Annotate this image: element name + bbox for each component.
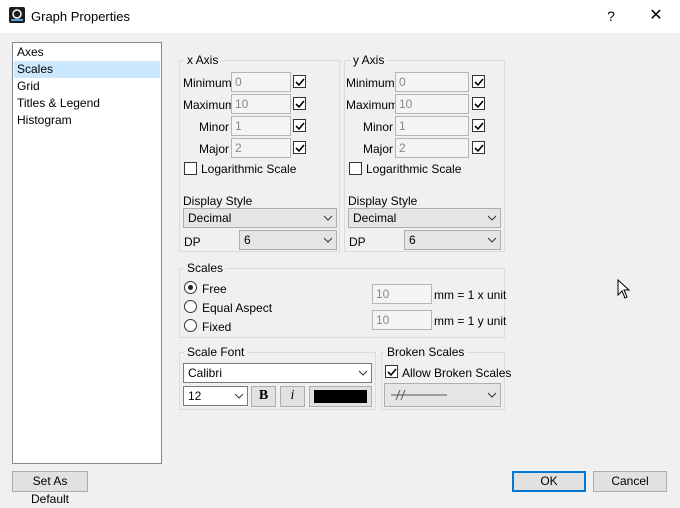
equal-aspect-label: Equal Aspect — [202, 301, 273, 315]
close-button[interactable]: ✕ — [643, 4, 669, 28]
list-item-histogram[interactable]: Histogram — [14, 112, 160, 129]
y-display-style-select[interactable]: Decimal — [348, 208, 501, 228]
list-item-scales[interactable]: Scales — [14, 61, 160, 78]
y-minimum-field[interactable]: 0 — [395, 72, 469, 92]
mouse-cursor-icon — [617, 279, 631, 299]
font-color-button[interactable] — [309, 386, 372, 407]
allow-broken-scales-label: Allow Broken Scales — [402, 366, 512, 380]
list-item-titles-legend[interactable]: Titles & Legend — [14, 95, 160, 112]
y-major-field[interactable]: 2 — [395, 138, 469, 158]
chevron-down-icon — [324, 215, 332, 221]
chevron-down-icon — [488, 392, 496, 398]
x-minor-field[interactable]: 1 — [231, 116, 291, 136]
scales-title: Scales — [184, 262, 227, 275]
chevron-down-icon — [235, 393, 243, 399]
y-mm-field[interactable]: 10 — [372, 310, 432, 330]
x-log-label: Logarithmic Scale — [201, 162, 297, 176]
y-maximum-field[interactable]: 10 — [395, 94, 469, 114]
equal-aspect-radio[interactable] — [184, 300, 197, 313]
chevron-down-icon — [324, 237, 332, 243]
title-bar: Graph Properties ? ✕ — [0, 0, 680, 33]
x-dp-select[interactable]: 6 — [239, 230, 337, 250]
x-minimum-field[interactable]: 0 — [231, 72, 291, 92]
x-display-style-select[interactable]: Decimal — [183, 208, 337, 228]
bold-button[interactable]: B — [251, 386, 276, 407]
radio-selected-dot — [188, 285, 193, 290]
fixed-radio[interactable] — [184, 319, 197, 332]
set-as-default-button[interactable]: Set As Default — [12, 471, 88, 506]
allow-broken-scales-checkbox[interactable] — [385, 365, 398, 378]
y-maximum-label: Maximum — [346, 98, 399, 112]
y-mm-unit-label: mm = 1 y unit — [434, 314, 507, 328]
font-family-value: Calibri — [188, 366, 223, 380]
free-label: Free — [202, 282, 227, 296]
y-minor-field[interactable]: 1 — [395, 116, 469, 136]
help-button[interactable]: ? — [598, 4, 624, 28]
x-maximum-field[interactable]: 10 — [231, 94, 291, 114]
x-maximum-auto-checkbox[interactable] — [293, 97, 306, 110]
list-item-axes[interactable]: Axes — [14, 44, 160, 61]
y-dp-value: 6 — [409, 233, 416, 247]
y-dp-select[interactable]: 6 — [404, 230, 501, 250]
x-major-label: Major — [198, 142, 229, 156]
ok-button[interactable]: OK — [512, 471, 586, 492]
y-axis-title: y Axis — [350, 54, 388, 67]
font-family-select[interactable]: Calibri — [183, 363, 372, 383]
window-title: Graph Properties — [31, 9, 130, 24]
font-color-swatch — [314, 390, 367, 403]
list-item-grid[interactable]: Grid — [14, 78, 160, 95]
app-icon — [9, 7, 25, 23]
cancel-button[interactable]: Cancel — [593, 471, 667, 492]
fixed-label: Fixed — [202, 320, 232, 334]
y-display-style-value: Decimal — [353, 211, 397, 225]
break-style-select[interactable] — [384, 383, 501, 407]
x-major-field[interactable]: 2 — [231, 138, 291, 158]
x-minimum-auto-checkbox[interactable] — [293, 75, 306, 88]
x-dp-label: DP — [184, 235, 201, 249]
y-major-label: Major — [362, 142, 393, 156]
broken-scales-title: Broken Scales — [384, 346, 468, 359]
font-size-value: 12 — [188, 389, 202, 403]
y-log-label: Logarithmic Scale — [366, 162, 462, 176]
x-maximum-label: Maximum — [183, 98, 236, 112]
font-size-select[interactable]: 12 — [183, 386, 248, 406]
y-minimum-auto-checkbox[interactable] — [472, 75, 485, 88]
x-minor-label: Minor — [198, 120, 229, 134]
x-display-style-label: Display Style — [183, 194, 253, 208]
y-minor-label: Minor — [362, 120, 393, 134]
y-maximum-auto-checkbox[interactable] — [472, 97, 485, 110]
x-display-style-value: Decimal — [188, 211, 232, 225]
y-log-checkbox[interactable] — [349, 162, 362, 175]
y-major-auto-checkbox[interactable] — [472, 141, 485, 154]
chevron-down-icon — [488, 215, 496, 221]
section-list[interactable]: Axes Scales Grid Titles & Legend Histogr… — [12, 42, 162, 464]
break-style-icon — [391, 390, 447, 400]
chevron-down-icon — [359, 370, 367, 376]
y-minor-auto-checkbox[interactable] — [472, 119, 485, 132]
italic-button[interactable]: i — [280, 386, 305, 407]
x-minimum-label: Minimum — [183, 76, 232, 90]
x-mm-field[interactable]: 10 — [372, 284, 432, 304]
free-radio[interactable] — [184, 281, 197, 294]
x-minor-auto-checkbox[interactable] — [293, 119, 306, 132]
x-axis-title: x Axis — [184, 54, 222, 67]
y-display-style-label: Display Style — [348, 194, 418, 208]
chevron-down-icon — [488, 237, 496, 243]
x-log-checkbox[interactable] — [184, 162, 197, 175]
y-minimum-label: Minimum — [346, 76, 395, 90]
scale-font-title: Scale Font — [184, 346, 248, 359]
x-major-auto-checkbox[interactable] — [293, 141, 306, 154]
y-dp-label: DP — [349, 235, 366, 249]
x-mm-unit-label: mm = 1 x unit — [434, 288, 507, 302]
x-dp-value: 6 — [244, 233, 251, 247]
